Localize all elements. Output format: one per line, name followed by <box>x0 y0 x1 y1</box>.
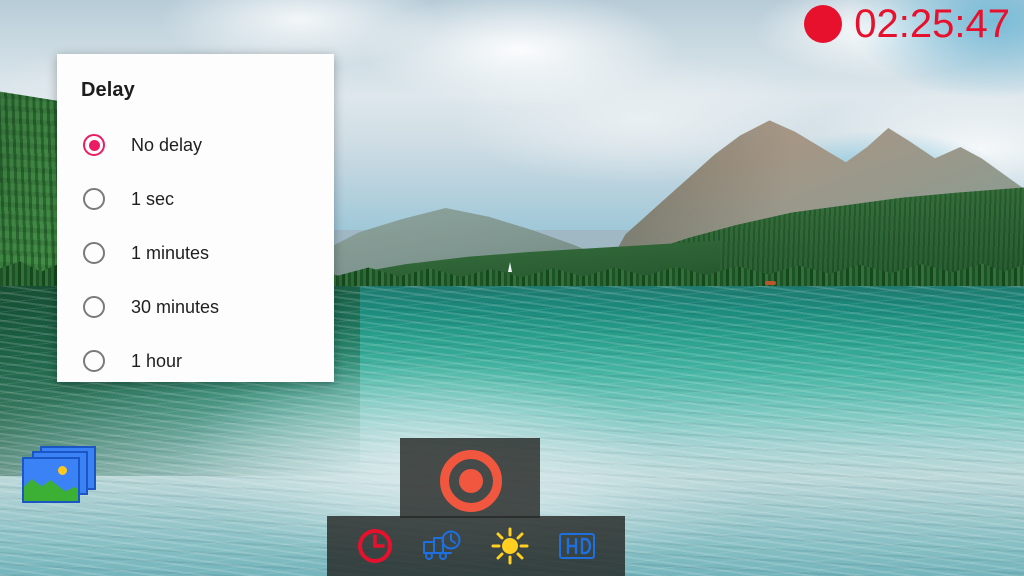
record-button[interactable] <box>440 450 502 512</box>
radio-button-icon[interactable] <box>83 134 105 156</box>
record-dot-icon <box>804 5 843 43</box>
delay-options-list: No delay 1 sec 1 minutes 30 minutes 1 ho… <box>57 118 334 388</box>
scene-boat <box>765 281 776 285</box>
camera-app-screen: 02:25:47 Delay No delay 1 sec 1 minutes … <box>0 0 1024 576</box>
gallery-mountain-icon <box>24 479 78 501</box>
tool-bar <box>327 516 625 576</box>
scheduled-record-button[interactable] <box>418 524 466 568</box>
delay-option-label: No delay <box>131 134 203 155</box>
hd-quality-icon <box>559 533 596 559</box>
delay-timer-icon <box>357 529 392 563</box>
delay-option-label: 1 minutes <box>131 242 210 263</box>
delay-option-30-minutes[interactable]: 30 minutes <box>57 280 334 334</box>
recording-timer: 02:25:47 <box>804 4 1010 44</box>
delay-option-label: 30 minutes <box>131 296 220 317</box>
radio-button-icon[interactable] <box>83 242 105 264</box>
scheduled-record-icon <box>423 530 461 560</box>
delay-option-no-delay[interactable]: No delay <box>57 118 334 172</box>
radio-button-icon[interactable] <box>83 188 105 210</box>
brightness-button[interactable] <box>486 524 534 568</box>
dialog-title: Delay <box>81 79 135 101</box>
gallery-sun-icon <box>58 466 67 475</box>
gallery-stack-icon <box>22 457 80 503</box>
gallery-button[interactable] <box>22 446 96 504</box>
delay-dialog: Delay No delay 1 sec 1 minutes 30 minute… <box>57 54 334 382</box>
delay-option-1-sec[interactable]: 1 sec <box>57 172 334 226</box>
radio-button-icon[interactable] <box>83 350 105 372</box>
delay-option-label: 1 sec <box>131 188 175 209</box>
delay-option-label: 1 hour <box>131 350 183 371</box>
delay-option-1-minutes[interactable]: 1 minutes <box>57 226 334 280</box>
delay-timer-button[interactable] <box>351 524 399 568</box>
delay-option-1-hour[interactable]: 1 hour <box>57 334 334 388</box>
brightness-sun-icon <box>491 527 529 565</box>
radio-button-icon[interactable] <box>83 296 105 318</box>
recording-elapsed-time: 02:25:47 <box>854 2 1010 46</box>
hd-quality-button[interactable] <box>553 524 601 568</box>
